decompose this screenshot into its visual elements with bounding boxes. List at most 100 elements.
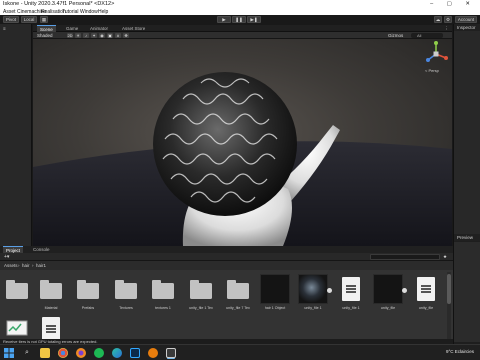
grid-snap-icon[interactable]: ▦: [40, 16, 48, 23]
asset-item[interactable]: Prefabs: [71, 274, 105, 314]
filter-icon[interactable]: ★: [443, 254, 447, 260]
hierarchy-menu-icon[interactable]: ≡: [3, 26, 6, 31]
step-icon[interactable]: ▶❚: [247, 16, 261, 23]
asset-item[interactable]: [0, 274, 34, 314]
project-search-input[interactable]: [370, 254, 440, 260]
tab-asset-store[interactable]: Asset Store: [119, 25, 148, 32]
snap-icon[interactable]: #: [115, 33, 121, 38]
expand-arrow-icon[interactable]: [402, 288, 407, 293]
collab-icon[interactable]: ☁: [434, 16, 442, 23]
chrome-icon[interactable]: [58, 348, 68, 358]
asset-item[interactable]: unity_file 1: [296, 274, 332, 314]
hair-model-thumbnail: [298, 274, 328, 304]
play-icon[interactable]: ▶: [217, 16, 231, 23]
asset-item[interactable]: unity_file 7 Tex: [221, 274, 255, 314]
edge-icon[interactable]: [112, 348, 122, 358]
asset-name: Material: [44, 306, 58, 310]
scene-view-toolbar: Shaded 2D ☀ ♪ ✦ ◉ ▣ # ✥ Gizmos All: [33, 32, 452, 39]
scrollbar-thumb[interactable]: [447, 274, 451, 304]
tab-animator[interactable]: Animator: [87, 25, 111, 32]
effects-icon[interactable]: ✦: [91, 33, 97, 38]
scene-search-label: All: [417, 33, 422, 38]
asset-name: unity_file 1: [304, 306, 322, 310]
asset-item[interactable]: unity_file 1 Tex: [184, 274, 218, 314]
pivot-button[interactable]: Pivot: [3, 16, 19, 23]
window-title: Iskone - Unity 2020.3.47f1 Personal* <DX…: [3, 1, 115, 7]
asset-name: unity_file: [380, 306, 396, 310]
asset-item[interactable]: Material: [34, 274, 68, 314]
asset-name: unity_file 1: [342, 306, 360, 310]
tab-asset-store-label: Asset Store: [122, 26, 146, 31]
scene-viewport[interactable]: [33, 39, 452, 246]
inspector-title: Inspector: [457, 25, 476, 30]
project-tab-bar: Project Console: [0, 246, 453, 253]
spotify-icon[interactable]: [94, 348, 104, 358]
scene-search-input[interactable]: All: [411, 33, 443, 38]
folder-icon: [223, 274, 253, 304]
search-icon[interactable]: ⌕: [22, 348, 32, 358]
main-toolbar: Pivot Local ▦ ▶ ❚❚ ▶❚ ☁ ⚙ Account: [0, 15, 480, 24]
tab-animator-label: Animator: [90, 26, 109, 31]
projection-label[interactable]: < Persp: [425, 68, 439, 73]
start-icon[interactable]: [4, 348, 14, 358]
hidden-objects-icon[interactable]: ◉: [99, 33, 105, 38]
explorer-icon[interactable]: [40, 348, 50, 358]
document-icon: [411, 274, 441, 304]
preview-title: Preview: [457, 235, 474, 240]
asset-grid: Material Prefabs Textures textures 1 uni…: [0, 270, 453, 344]
local-button[interactable]: Local: [21, 16, 37, 23]
model-thumbnail: [373, 274, 403, 304]
folder-icon: [73, 274, 103, 304]
asset-item[interactable]: hair 1 Object: [258, 274, 292, 314]
tab-project[interactable]: Project: [3, 246, 24, 253]
asset-item[interactable]: unity_file 1: [334, 274, 368, 314]
breadcrumb-assets[interactable]: Assets: [4, 263, 18, 268]
unity-icon[interactable]: [166, 348, 176, 358]
gizmos-dropdown[interactable]: Gizmos: [388, 33, 403, 38]
inspector-tab[interactable]: Inspector: [454, 24, 480, 31]
tab-game-label: Game: [66, 26, 79, 31]
preview-area: [454, 242, 480, 342]
asset-item[interactable]: textures 1: [146, 274, 180, 314]
folder-icon: [186, 274, 216, 304]
asset-scrollbar[interactable]: [447, 272, 451, 342]
tab-scene[interactable]: Scene: [37, 25, 56, 32]
preview-panel: Preview: [453, 234, 480, 344]
orientation-gizmo[interactable]: < Persp: [423, 40, 449, 74]
blender-icon[interactable]: [148, 348, 158, 358]
audio-icon[interactable]: ♪: [83, 33, 89, 38]
create-icon[interactable]: +▾: [4, 254, 9, 260]
asset-item[interactable]: unity_file: [409, 274, 443, 314]
move-tool-icon[interactable]: ✥: [123, 33, 129, 38]
folder-icon: [148, 274, 178, 304]
account-button[interactable]: Account: [455, 16, 477, 23]
asset-item[interactable]: Textures: [109, 274, 143, 314]
model-thumbnail: [260, 274, 290, 304]
asset-item[interactable]: unity_file: [371, 274, 407, 314]
document-icon: [336, 274, 366, 304]
services-icon[interactable]: ⚙: [444, 16, 452, 23]
axis-gizmo-icon: [426, 41, 448, 62]
breadcrumb-hair[interactable]: hair: [22, 263, 30, 268]
window-controls[interactable]: – ▢ ✕: [430, 1, 476, 7]
breadcrumb-hair1[interactable]: hair1: [36, 263, 46, 268]
expand-arrow-icon[interactable]: [327, 288, 332, 293]
asset-name: hair 1 Object: [264, 306, 286, 310]
tab-console[interactable]: Console: [30, 246, 53, 253]
lighting-icon[interactable]: ☀: [75, 33, 81, 38]
project-toolbar: +▾ ★: [0, 253, 453, 261]
pause-icon[interactable]: ❚❚: [232, 16, 246, 23]
os-taskbar: ⌕ 9°C Eclaircies: [0, 344, 480, 360]
camera-icon[interactable]: ▣: [107, 33, 113, 38]
2d-toggle[interactable]: 2D: [67, 33, 73, 38]
photoshop-icon[interactable]: [130, 348, 140, 358]
firefox-icon[interactable]: [76, 348, 86, 358]
hierarchy-panel: ≡: [0, 24, 32, 246]
weather-widget[interactable]: 9°C Eclaircies: [446, 349, 474, 354]
breadcrumb-separator-icon: ›: [32, 263, 34, 268]
asset-name: unity_file: [418, 306, 434, 310]
asset-name: Textures: [119, 306, 133, 310]
shading-mode-dropdown[interactable]: Shaded: [37, 33, 53, 38]
playback-controls: ▶ ❚❚ ▶❚: [217, 16, 263, 23]
tab-game[interactable]: Game: [63, 25, 81, 32]
